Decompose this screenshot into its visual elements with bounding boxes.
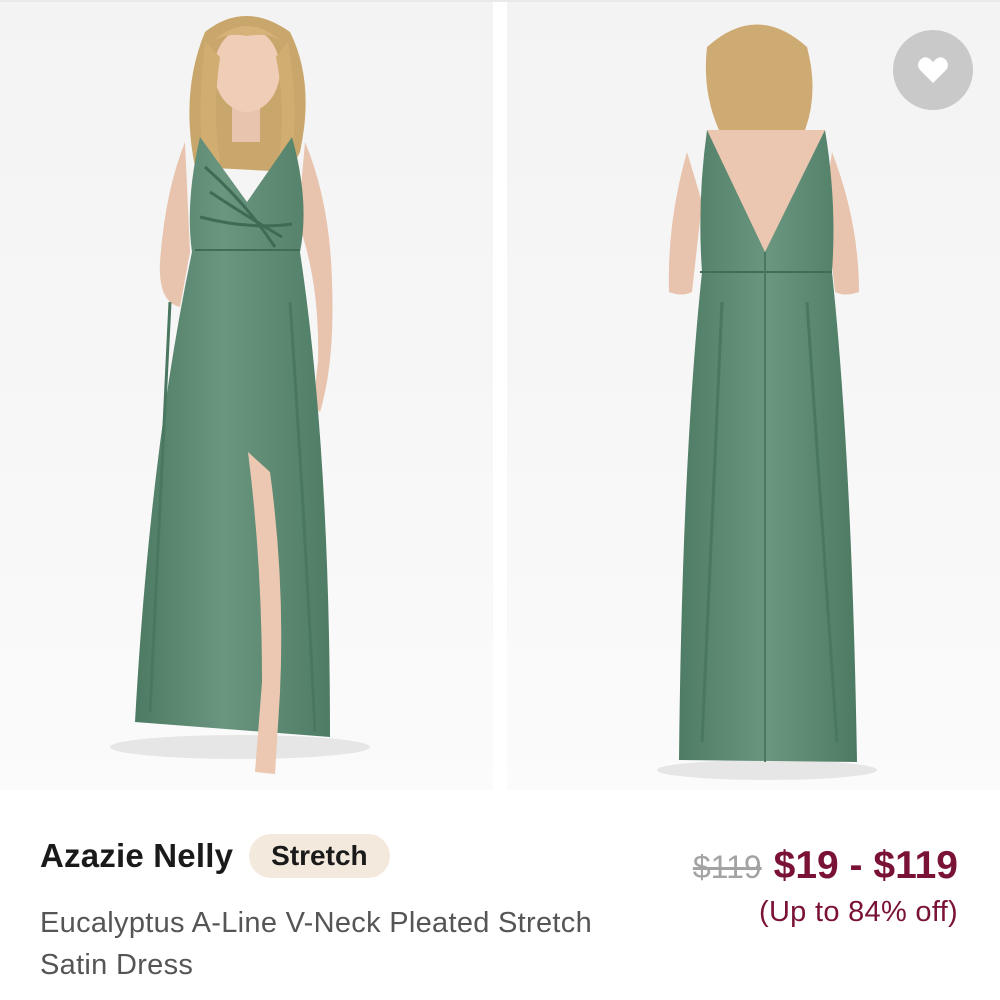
sale-price-range: $19 - $119 xyxy=(773,844,958,887)
product-description[interactable]: Eucalyptus A-Line V-Neck Pleated Stretch… xyxy=(40,902,600,986)
original-price: $119 xyxy=(692,849,762,885)
product-name[interactable]: Azazie Nelly xyxy=(40,837,233,875)
price-row: $119 $19 - $119 xyxy=(693,844,958,888)
dress-back-photo xyxy=(657,24,877,780)
product-info: Azazie Nelly Stretch Eucalyptus A-Line V… xyxy=(0,790,1000,1000)
product-image-front[interactable] xyxy=(0,2,493,790)
discount-text: (Up to 84% off) xyxy=(758,896,958,928)
favorite-button[interactable] xyxy=(893,30,973,110)
title-row: Azazie Nelly Stretch xyxy=(40,834,390,878)
stretch-badge: Stretch xyxy=(249,834,390,878)
dress-front-photo xyxy=(110,16,370,774)
product-image-back[interactable] xyxy=(507,2,1000,790)
heart-icon xyxy=(918,57,948,83)
